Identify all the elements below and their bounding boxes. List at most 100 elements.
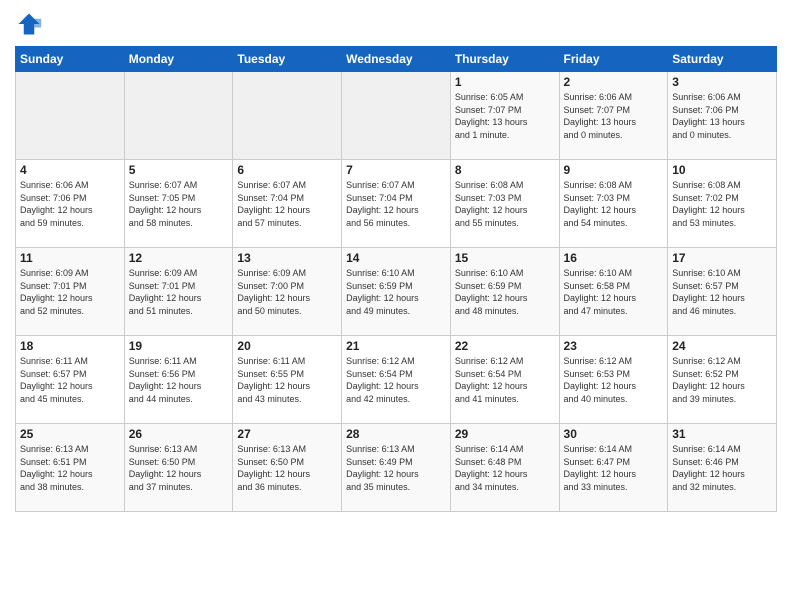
day-number: 30: [564, 427, 664, 441]
day-number: 31: [672, 427, 772, 441]
day-cell: 2Sunrise: 6:06 AM Sunset: 7:07 PM Daylig…: [559, 72, 668, 160]
day-cell: 19 Sunrise: 6:11 AM Sunset: 6:56 PM Dayli…: [124, 336, 233, 424]
day-cell: [342, 72, 451, 160]
day-cell: 10Sunrise: 6:08 AM Sunset: 7:02 PM Dayli…: [668, 160, 777, 248]
weekday-thursday: Thursday: [450, 47, 559, 72]
day-cell: 23Sunrise: 6:12 AM Sunset: 6:53 PM Dayli…: [559, 336, 668, 424]
day-cell: 11Sunrise: 6:09 AM Sunset: 7:01 PM Dayli…: [16, 248, 125, 336]
day-number: 15: [455, 251, 555, 265]
day-cell: 24 Sunrise: 6:12 AM Sunset: 6:52 PM Dayli…: [668, 336, 777, 424]
day-cell: 22 Sunrise: 6:12 AM Sunset: 6:54 PM Dayli…: [450, 336, 559, 424]
day-number: 12: [129, 251, 229, 265]
week-row-3: 18 Sunrise: 6:11 AM Sunset: 6:57 PM Dayli…: [16, 336, 777, 424]
day-info: Sunrise: 6:14 AM Sunset: 6:46 PM Dayligh…: [672, 443, 772, 493]
day-cell: 29 Sunrise: 6:14 AM Sunset: 6:48 PM Dayli…: [450, 424, 559, 512]
day-number: 9: [564, 163, 664, 177]
day-info: Sunrise: 6:12 AM Sunset: 6:52 PM Dayligh…: [672, 355, 772, 405]
day-number: 26: [129, 427, 229, 441]
day-number: 11: [20, 251, 120, 265]
day-number: 22: [455, 339, 555, 353]
day-info: Sunrise: 6:07 AM Sunset: 7:04 PM Dayligh…: [346, 179, 446, 229]
day-info: Sunrise: 6:11 AM Sunset: 6:55 PM Dayligh…: [237, 355, 337, 405]
weekday-row: SundayMondayTuesdayWednesdayThursdayFrid…: [16, 47, 777, 72]
weekday-wednesday: Wednesday: [342, 47, 451, 72]
week-row-0: 1Sunrise: 6:05 AM Sunset: 7:07 PM Daylig…: [16, 72, 777, 160]
day-info: Sunrise: 6:08 AM Sunset: 7:03 PM Dayligh…: [564, 179, 664, 229]
week-row-2: 11 Sunrise: 6:09 AM Sunset: 7:01 PM Dayli…: [16, 248, 777, 336]
day-info: Sunrise: 6:07 AM Sunset: 7:05 PM Dayligh…: [129, 179, 229, 229]
day-cell: 18 Sunrise: 6:11 AM Sunset: 6:57 PM Dayli…: [16, 336, 125, 424]
day-info: Sunrise: 6:13 AM Sunset: 6:51 PM Dayligh…: [20, 443, 120, 493]
day-number: 7: [346, 163, 446, 177]
day-cell: 17 Sunrise: 6:10 AM Sunset: 6:57 PM Dayli…: [668, 248, 777, 336]
day-cell: 20 Sunrise: 6:11 AM Sunset: 6:55 PM Dayli…: [233, 336, 342, 424]
logo-icon: [15, 10, 43, 38]
day-cell: 21Sunrise: 6:12 AM Sunset: 6:54 PM Dayli…: [342, 336, 451, 424]
day-number: 4: [20, 163, 120, 177]
day-number: 19: [129, 339, 229, 353]
day-cell: 25 Sunrise: 6:13 AM Sunset: 6:51 PM Dayli…: [16, 424, 125, 512]
day-number: 8: [455, 163, 555, 177]
calendar: SundayMondayTuesdayWednesdayThursdayFrid…: [15, 46, 777, 512]
day-info: Sunrise: 6:08 AM Sunset: 7:03 PM Dayligh…: [455, 179, 555, 229]
day-info: Sunrise: 6:10 AM Sunset: 6:57 PM Dayligh…: [672, 267, 772, 317]
day-cell: 30 Sunrise: 6:14 AM Sunset: 6:47 PM Dayli…: [559, 424, 668, 512]
day-cell: [16, 72, 125, 160]
day-info: Sunrise: 6:09 AM Sunset: 7:00 PM Dayligh…: [237, 267, 337, 317]
day-cell: 1Sunrise: 6:05 AM Sunset: 7:07 PM Daylig…: [450, 72, 559, 160]
day-info: Sunrise: 6:13 AM Sunset: 6:50 PM Dayligh…: [237, 443, 337, 493]
day-cell: 6 Sunrise: 6:07 AM Sunset: 7:04 PM Daylig…: [233, 160, 342, 248]
day-number: 17: [672, 251, 772, 265]
day-info: Sunrise: 6:10 AM Sunset: 6:58 PM Dayligh…: [564, 267, 664, 317]
day-cell: [124, 72, 233, 160]
day-number: 5: [129, 163, 229, 177]
day-info: Sunrise: 6:06 AM Sunset: 7:06 PM Dayligh…: [20, 179, 120, 229]
calendar-body: 1Sunrise: 6:05 AM Sunset: 7:07 PM Daylig…: [16, 72, 777, 512]
day-cell: 13 Sunrise: 6:09 AM Sunset: 7:00 PM Dayli…: [233, 248, 342, 336]
day-info: Sunrise: 6:12 AM Sunset: 6:53 PM Dayligh…: [564, 355, 664, 405]
day-cell: 8 Sunrise: 6:08 AM Sunset: 7:03 PM Daylig…: [450, 160, 559, 248]
day-info: Sunrise: 6:09 AM Sunset: 7:01 PM Dayligh…: [129, 267, 229, 317]
day-info: Sunrise: 6:12 AM Sunset: 6:54 PM Dayligh…: [346, 355, 446, 405]
day-number: 29: [455, 427, 555, 441]
day-cell: 12 Sunrise: 6:09 AM Sunset: 7:01 PM Dayli…: [124, 248, 233, 336]
weekday-friday: Friday: [559, 47, 668, 72]
day-cell: 7 Sunrise: 6:07 AM Sunset: 7:04 PM Daylig…: [342, 160, 451, 248]
day-number: 6: [237, 163, 337, 177]
day-number: 20: [237, 339, 337, 353]
week-row-4: 25 Sunrise: 6:13 AM Sunset: 6:51 PM Dayli…: [16, 424, 777, 512]
weekday-saturday: Saturday: [668, 47, 777, 72]
day-number: 25: [20, 427, 120, 441]
page: SundayMondayTuesdayWednesdayThursdayFrid…: [0, 0, 792, 522]
day-info: Sunrise: 6:05 AM Sunset: 7:07 PM Dayligh…: [455, 91, 555, 141]
day-info: Sunrise: 6:13 AM Sunset: 6:49 PM Dayligh…: [346, 443, 446, 493]
day-cell: 15Sunrise: 6:10 AM Sunset: 6:59 PM Dayli…: [450, 248, 559, 336]
day-info: Sunrise: 6:07 AM Sunset: 7:04 PM Dayligh…: [237, 179, 337, 229]
day-cell: 9 Sunrise: 6:08 AM Sunset: 7:03 PM Daylig…: [559, 160, 668, 248]
day-number: 10: [672, 163, 772, 177]
day-info: Sunrise: 6:12 AM Sunset: 6:54 PM Dayligh…: [455, 355, 555, 405]
calendar-header: SundayMondayTuesdayWednesdayThursdayFrid…: [16, 47, 777, 72]
day-cell: [233, 72, 342, 160]
day-cell: 26 Sunrise: 6:13 AM Sunset: 6:50 PM Dayli…: [124, 424, 233, 512]
weekday-tuesday: Tuesday: [233, 47, 342, 72]
day-info: Sunrise: 6:14 AM Sunset: 6:48 PM Dayligh…: [455, 443, 555, 493]
day-number: 18: [20, 339, 120, 353]
weekday-sunday: Sunday: [16, 47, 125, 72]
day-cell: 5 Sunrise: 6:07 AM Sunset: 7:05 PM Daylig…: [124, 160, 233, 248]
day-info: Sunrise: 6:14 AM Sunset: 6:47 PM Dayligh…: [564, 443, 664, 493]
day-cell: 28 Sunrise: 6:13 AM Sunset: 6:49 PM Dayli…: [342, 424, 451, 512]
day-number: 24: [672, 339, 772, 353]
day-info: Sunrise: 6:10 AM Sunset: 6:59 PM Dayligh…: [346, 267, 446, 317]
day-info: Sunrise: 6:13 AM Sunset: 6:50 PM Dayligh…: [129, 443, 229, 493]
day-number: 28: [346, 427, 446, 441]
day-info: Sunrise: 6:06 AM Sunset: 7:06 PM Dayligh…: [672, 91, 772, 141]
day-number: 13: [237, 251, 337, 265]
day-cell: 27Sunrise: 6:13 AM Sunset: 6:50 PM Dayli…: [233, 424, 342, 512]
day-number: 16: [564, 251, 664, 265]
day-info: Sunrise: 6:06 AM Sunset: 7:07 PM Dayligh…: [564, 91, 664, 141]
day-info: Sunrise: 6:11 AM Sunset: 6:57 PM Dayligh…: [20, 355, 120, 405]
day-cell: 31 Sunrise: 6:14 AM Sunset: 6:46 PM Dayli…: [668, 424, 777, 512]
day-info: Sunrise: 6:11 AM Sunset: 6:56 PM Dayligh…: [129, 355, 229, 405]
day-number: 14: [346, 251, 446, 265]
